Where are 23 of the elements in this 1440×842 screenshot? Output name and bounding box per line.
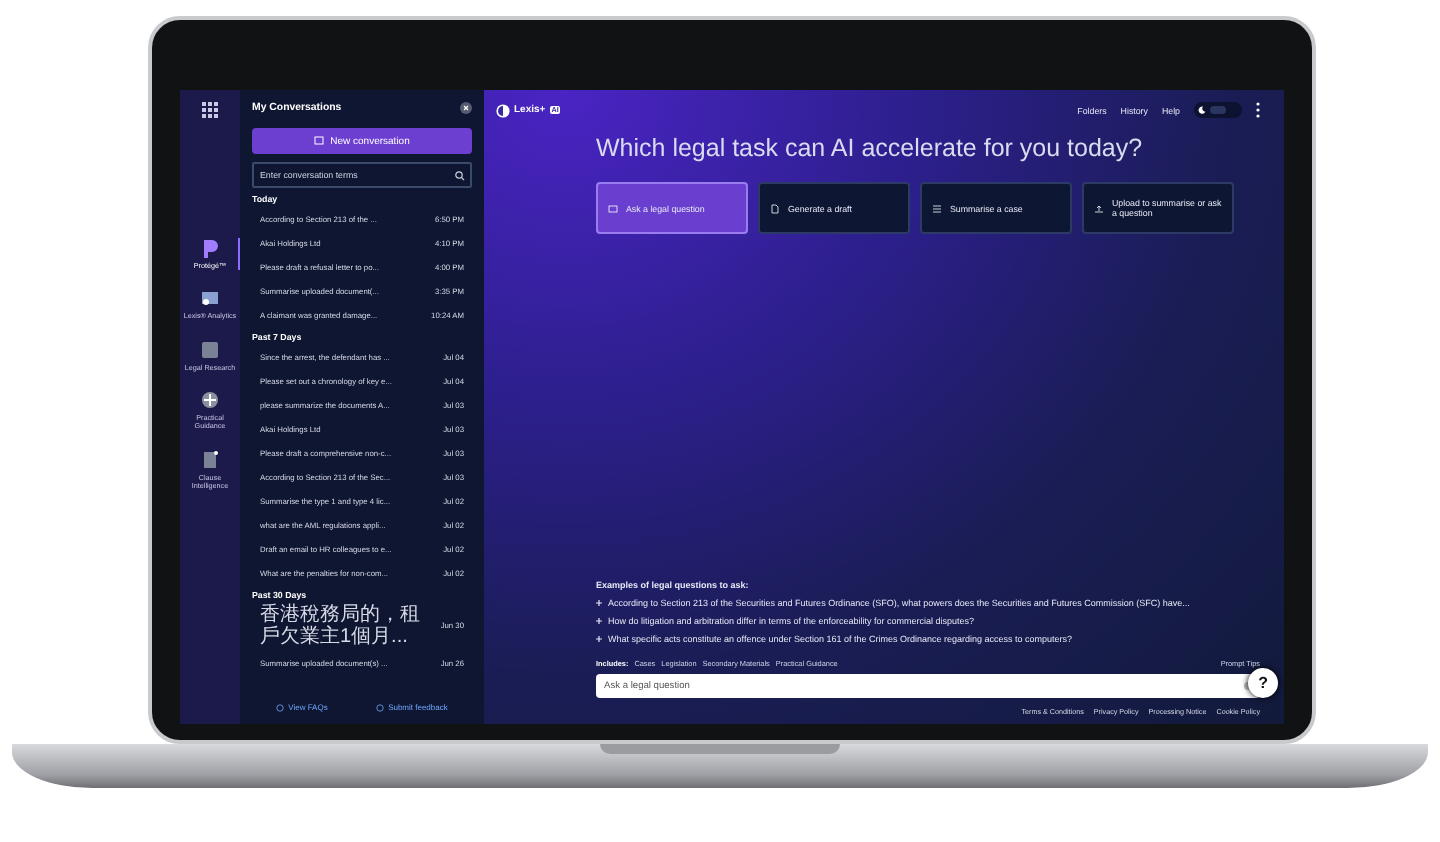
circle-icon (276, 703, 285, 711)
logo-icon (496, 103, 510, 117)
task-icon (932, 203, 942, 213)
chat-icon (314, 136, 325, 146)
search-icon[interactable] (450, 165, 470, 185)
close-icon[interactable] (460, 102, 472, 114)
task-icon (1094, 203, 1104, 213)
rail-icon (200, 449, 220, 470)
page-heading: Which legal task can AI accelerate for you today? (596, 134, 1145, 162)
plus-icon (596, 618, 602, 624)
plus-icon (596, 636, 602, 642)
rail-icon (200, 389, 220, 410)
moon-icon (1198, 106, 1206, 114)
task-icon (770, 203, 780, 213)
plus-icon (596, 600, 602, 606)
rail-icon (200, 288, 220, 309)
rail-icon (200, 339, 220, 360)
task-icon (608, 203, 618, 213)
rail-icon (200, 238, 220, 258)
help-button[interactable]: ? (1248, 668, 1278, 698)
app-grid-icon[interactable] (202, 102, 218, 118)
theme-toggle[interactable] (1194, 102, 1242, 118)
circle-icon (376, 703, 385, 711)
